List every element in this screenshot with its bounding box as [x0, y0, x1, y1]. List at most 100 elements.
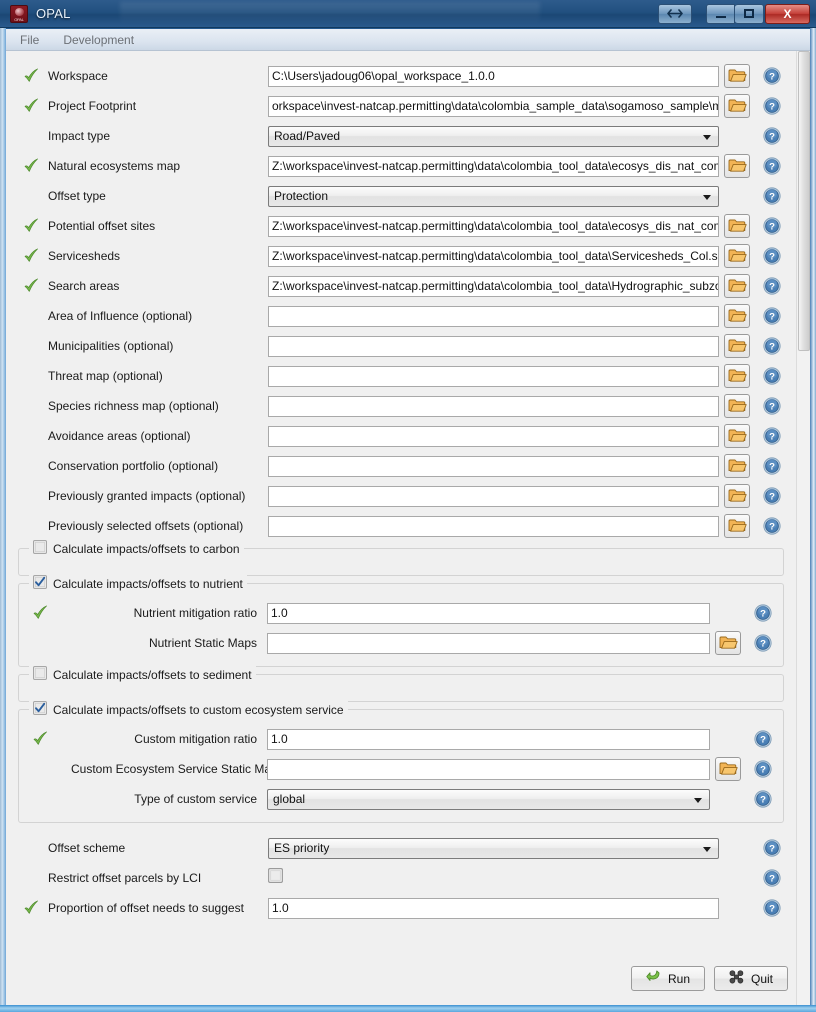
field-label: Threat map (optional) [48, 369, 163, 383]
help-icon[interactable]: ? [762, 126, 782, 146]
window-controls: X [658, 3, 810, 24]
group-toggle-sediment[interactable]: Calculate impacts/offsets to sediment [29, 666, 256, 683]
browse-folder-button[interactable] [724, 514, 750, 538]
svg-text:?: ? [769, 874, 775, 885]
help-icon[interactable]: ? [762, 426, 782, 446]
dropdown-select[interactable]: ES priority [268, 837, 719, 859]
help-icon[interactable]: ? [762, 216, 782, 236]
text-input[interactable]: 1.0 [267, 602, 710, 624]
help-icon[interactable]: ? [762, 486, 782, 506]
svg-text:?: ? [769, 402, 775, 413]
form-row: Impact type Road/Paved? [14, 121, 788, 151]
dropdown-select[interactable]: Protection [268, 185, 719, 207]
browse-folder-button[interactable] [724, 454, 750, 478]
menu-item-file[interactable]: File [10, 31, 49, 49]
resize-arrow-icon[interactable] [658, 3, 692, 24]
field-label: Nutrient mitigation ratio [133, 606, 257, 620]
text-input[interactable] [268, 455, 719, 477]
group-checkbox-carbon[interactable] [33, 540, 47, 557]
scrollbar-thumb[interactable] [798, 51, 810, 351]
help-icon[interactable]: ? [762, 306, 782, 326]
form-row: Municipalities (optional)? [14, 331, 788, 361]
field-container: 1.0 [267, 727, 741, 751]
help-icon[interactable]: ? [753, 729, 773, 749]
help-icon[interactable]: ? [762, 156, 782, 176]
dropdown-select[interactable]: Road/Paved [268, 125, 719, 147]
help-icon[interactable]: ? [762, 366, 782, 386]
browse-folder-button[interactable] [724, 94, 750, 118]
text-input[interactable] [268, 515, 719, 537]
help-icon[interactable]: ? [762, 868, 782, 888]
browse-folder-button[interactable] [724, 484, 750, 508]
text-input[interactable] [268, 335, 719, 357]
help-icon[interactable]: ? [762, 396, 782, 416]
text-input[interactable]: Z:\workspace\invest-natcap.permitting\da… [268, 275, 719, 297]
text-input[interactable]: C:\Users\jadoug06\opal_workspace_1.0.0 [268, 65, 719, 87]
browse-folder-button[interactable] [724, 304, 750, 328]
help-icon[interactable]: ? [762, 276, 782, 296]
browse-folder-button[interactable] [724, 334, 750, 358]
help-icon[interactable]: ? [762, 516, 782, 536]
browse-folder-button[interactable] [724, 394, 750, 418]
text-input[interactable] [268, 365, 719, 387]
help-icon[interactable]: ? [762, 336, 782, 356]
close-button[interactable]: X [765, 3, 810, 24]
help-icon[interactable]: ? [753, 759, 773, 779]
field-container: Z:\workspace\invest-natcap.permitting\da… [268, 154, 750, 178]
browse-folder-button[interactable] [724, 424, 750, 448]
help-icon[interactable]: ? [762, 246, 782, 266]
browse-folder-button[interactable] [715, 757, 741, 781]
restrict-parcels-checkbox[interactable] [268, 868, 283, 887]
text-input[interactable]: orkspace\invest-natcap.permitting\data\c… [268, 95, 719, 117]
quit-button[interactable]: Quit [714, 966, 788, 991]
dropdown-select[interactable]: global [267, 788, 710, 810]
browse-folder-button[interactable] [724, 244, 750, 268]
help-icon[interactable]: ? [762, 456, 782, 476]
text-input[interactable]: Z:\workspace\invest-natcap.permitting\da… [268, 215, 719, 237]
client-area: Workspace C:\Users\jadoug06\opal_workspac… [6, 51, 810, 1005]
browse-folder-button[interactable] [724, 154, 750, 178]
group-toggle-carbon[interactable]: Calculate impacts/offsets to carbon [29, 540, 244, 557]
group-checkbox-custom[interactable] [33, 701, 47, 718]
text-input[interactable]: Z:\workspace\invest-natcap.permitting\da… [268, 155, 719, 177]
help-icon[interactable]: ? [753, 789, 773, 809]
browse-folder-button[interactable] [724, 64, 750, 88]
maximize-button[interactable] [735, 3, 764, 24]
text-input[interactable] [267, 632, 710, 654]
field-container [267, 631, 741, 655]
run-button[interactable]: Run [631, 966, 705, 991]
text-input[interactable] [268, 395, 719, 417]
svg-text:?: ? [760, 735, 766, 746]
help-icon[interactable]: ? [762, 186, 782, 206]
text-input[interactable]: Z:\workspace\invest-natcap.permitting\da… [268, 245, 719, 267]
browse-folder-button[interactable] [724, 364, 750, 388]
help-icon[interactable]: ? [753, 603, 773, 623]
group-checkbox-nutrient[interactable] [33, 575, 47, 592]
help-icon[interactable]: ? [762, 898, 782, 918]
help-icon[interactable]: ? [762, 66, 782, 86]
browse-folder-button[interactable] [724, 274, 750, 298]
group-title-label: Calculate impacts/offsets to carbon [53, 541, 240, 556]
vertical-scrollbar[interactable] [796, 51, 810, 1005]
text-input[interactable] [268, 485, 719, 507]
text-input[interactable]: 1.0 [267, 728, 710, 750]
help-icon[interactable]: ? [762, 838, 782, 858]
browse-folder-button[interactable] [715, 631, 741, 655]
menu-item-development[interactable]: Development [53, 31, 144, 49]
field-label: Natural ecosystems map [48, 159, 181, 173]
group-toggle-nutrient[interactable]: Calculate impacts/offsets to nutrient [29, 575, 247, 592]
form-row: Potential offset sites Z:\workspace\inves… [14, 211, 788, 241]
text-input[interactable]: 1.0 [268, 897, 719, 919]
text-input[interactable] [268, 425, 719, 447]
help-icon[interactable]: ? [762, 96, 782, 116]
text-input[interactable] [268, 305, 719, 327]
browse-folder-button[interactable] [724, 214, 750, 238]
field-label: Species richness map (optional) [48, 399, 219, 413]
minimize-button[interactable] [706, 3, 735, 24]
group-checkbox-sediment[interactable] [33, 666, 47, 683]
quit-button-label: Quit [750, 971, 773, 986]
text-input[interactable] [267, 758, 710, 780]
field-label: Nutrient Static Maps [148, 636, 257, 650]
group-toggle-custom[interactable]: Calculate impacts/offsets to custom ecos… [29, 701, 348, 718]
help-icon[interactable]: ? [753, 633, 773, 653]
